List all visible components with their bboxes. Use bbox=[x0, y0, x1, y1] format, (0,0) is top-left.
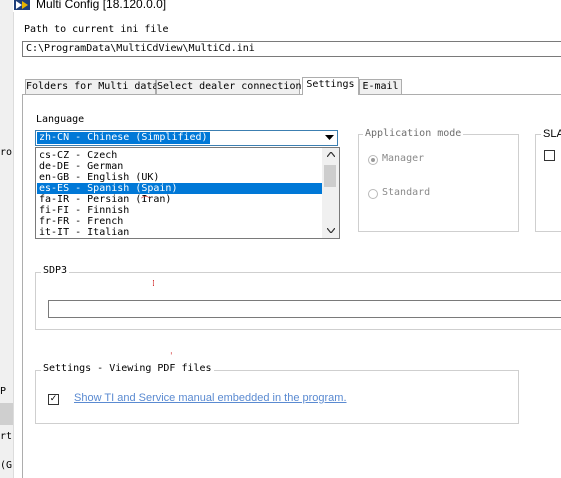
scroll-up-icon[interactable] bbox=[322, 148, 339, 162]
scroll-thumb[interactable] bbox=[324, 165, 336, 187]
sdp3-title: SDP3 bbox=[41, 265, 70, 276]
application-mode-group bbox=[358, 134, 519, 232]
application-mode-title: Application mode bbox=[363, 128, 464, 139]
app-icon bbox=[14, 0, 30, 10]
scroll-down-icon[interactable] bbox=[322, 224, 339, 238]
path-field[interactable]: C:\ProgramData\MultiCdView\MultiCd.ini bbox=[22, 41, 561, 57]
path-value: C:\ProgramData\MultiCdView\MultiCd.ini bbox=[26, 43, 255, 54]
path-label: Path to current ini file bbox=[24, 24, 169, 35]
sla-group bbox=[535, 134, 561, 232]
standard-radio[interactable] bbox=[368, 189, 378, 199]
language-list[interactable]: cs-CZ - Czech de-DE - German en-GB - Eng… bbox=[35, 147, 340, 239]
language-option[interactable]: fa-IR - Persian (Iran) bbox=[37, 194, 325, 205]
language-option[interactable]: de-DE - German bbox=[37, 161, 325, 172]
manager-radio-label: Manager bbox=[382, 153, 425, 164]
language-label: Language bbox=[36, 114, 85, 125]
tab-e-mail[interactable]: E-mail bbox=[359, 79, 402, 94]
red-mark-icon: ˈ bbox=[170, 352, 173, 362]
show-ti-link[interactable]: Show TI and Service manual embedded in t… bbox=[74, 392, 347, 404]
language-option[interactable]: it-IT - Italian bbox=[37, 227, 325, 238]
language-selected-value: zh-CN - Chinese (Simplified) bbox=[37, 132, 210, 144]
background-window-selection bbox=[0, 403, 13, 425]
language-option[interactable]: cs-CZ - Czech bbox=[37, 150, 325, 161]
show-ti-checkbox[interactable]: ✓ bbox=[48, 394, 59, 405]
sla-checkbox[interactable] bbox=[544, 150, 555, 161]
tab-select-dealer-connection[interactable]: Select dealer connection bbox=[156, 79, 302, 94]
language-option[interactable]: fi-FI - Finnish bbox=[37, 205, 325, 216]
manager-radio[interactable] bbox=[368, 155, 378, 165]
sdp3-input[interactable] bbox=[48, 300, 561, 318]
standard-radio-label: Standard bbox=[382, 187, 431, 198]
background-window-text: (G bbox=[0, 460, 13, 471]
tab-folders-for-multi-data[interactable]: Folders for Multi data bbox=[25, 79, 158, 94]
language-option[interactable]: fr-FR - French bbox=[37, 216, 325, 227]
window-title: Multi Config [18.120.0.0] bbox=[36, 0, 167, 11]
chevron-down-icon[interactable] bbox=[321, 131, 337, 145]
sla-title: SLA bbox=[541, 128, 561, 140]
background-window-text: ro bbox=[0, 147, 13, 158]
language-option-highlighted[interactable]: es-ES - Spanish (Spain) bbox=[37, 183, 325, 194]
language-list-scrollbar[interactable] bbox=[322, 148, 339, 238]
background-window-text: P ( bbox=[0, 386, 13, 397]
tab-settings[interactable]: Settings bbox=[302, 77, 359, 95]
background-window-text: rt ( bbox=[0, 431, 13, 442]
pdf-settings-title: Settings - Viewing PDF files bbox=[41, 363, 214, 374]
language-dropdown[interactable]: zh-CN - Chinese (Simplified) bbox=[35, 130, 338, 146]
red-mark-icon: ⌒ bbox=[141, 197, 151, 207]
language-option[interactable]: en-GB - English (UK) bbox=[37, 172, 325, 183]
